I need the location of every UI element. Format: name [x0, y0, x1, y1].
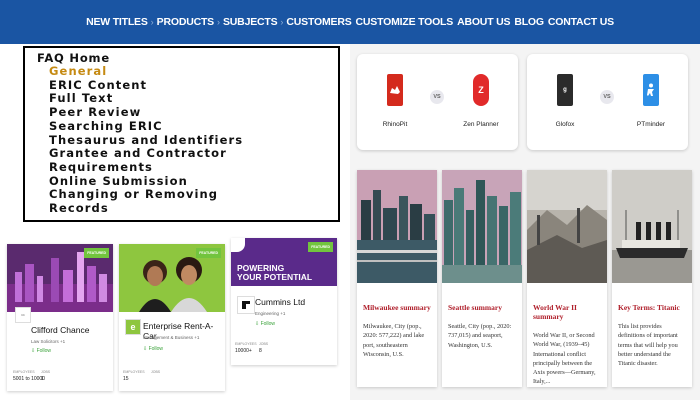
- nav-separator-chevron-icon: ›: [150, 17, 154, 27]
- faq-item-grantee[interactable]: Grantee and Contractor: [37, 147, 338, 161]
- summary-description: World War II, or Second World War, (1939…: [533, 332, 596, 386]
- milwaukee-photo: [357, 170, 437, 283]
- follow-button[interactable]: ⇩ Follow: [255, 321, 275, 327]
- summary-description: This list provides definitions of import…: [618, 323, 678, 368]
- tool-name: Glofox: [555, 121, 575, 128]
- company-card-clifford-chance[interactable]: FEATURED CC Clifford Chance Law Solicito…: [7, 244, 113, 391]
- stat-value: 10000+: [235, 348, 252, 354]
- tool-name: RhinoPit: [382, 121, 408, 128]
- stat-label: EMPLOYEES: [13, 370, 35, 374]
- ww2-photo: [527, 170, 607, 283]
- vs-badge: VS: [430, 90, 444, 104]
- nav-separator-chevron-icon: ›: [280, 17, 284, 27]
- nav-separator-chevron-icon: ›: [217, 17, 220, 27]
- seattle-photo: [442, 170, 522, 283]
- faq-item-peer-review[interactable]: Peer Review: [37, 105, 338, 120]
- faq-item-online-submission[interactable]: Online Submission: [37, 174, 338, 189]
- faq-item-thesaurus[interactable]: Thesaurus and Identifiers: [37, 133, 338, 148]
- nav-item-customize-tools[interactable]: CUSTOMIZE TOOLS: [356, 16, 454, 28]
- nav-item-customers[interactable]: CUSTOMERS: [286, 16, 351, 28]
- summary-title[interactable]: Key Terms: Titanic: [612, 283, 692, 312]
- faq-item-eric-content[interactable]: ERIC Content: [37, 78, 338, 93]
- nav-item-blog[interactable]: BLOG: [514, 16, 544, 28]
- titanic-photo: [612, 170, 692, 283]
- featured-badge: FEATURED: [308, 242, 333, 252]
- faq-item-searching-eric[interactable]: Searching ERIC: [37, 119, 338, 134]
- zenplanner-logo-icon: Z: [473, 74, 489, 106]
- nav-item-contact-us[interactable]: CONTACT US: [548, 16, 614, 28]
- stat-label: JOBS: [151, 370, 161, 374]
- comparison-tool-left[interactable]: RhinoPit: [365, 74, 425, 128]
- faq-item-records[interactable]: Records: [37, 201, 338, 216]
- top-nav-bar: NEW TITLES › PRODUCTS › SUBJECTS › CUSTOMERS CU…: [0, 0, 700, 44]
- company-name[interactable]: Clifford Chance: [31, 325, 89, 335]
- ptminder-logo-icon: [643, 74, 659, 106]
- stat-label: JOBS: [41, 370, 51, 374]
- nav-item-new-titles[interactable]: NEW TITLES: [86, 16, 148, 28]
- summary-card-milwaukee[interactable]: Milwaukee summary Milwaukee, City (pop.,…: [357, 170, 437, 387]
- follow-button[interactable]: ⇩ Follow: [31, 348, 51, 354]
- comparison-tool-right[interactable]: PTminder: [621, 74, 681, 128]
- clifford-chance-logo-icon: CC: [15, 307, 31, 323]
- stat-label: EMPLOYEES: [123, 370, 145, 374]
- stat-label: EMPLOYEES: [235, 342, 257, 346]
- comparison-card[interactable]: g Glofox VS PTminder: [527, 54, 688, 150]
- rhino-icon: [390, 86, 400, 94]
- comparison-card[interactable]: RhinoPit VS Z Zen Planner: [357, 54, 518, 150]
- summary-description: Milwaukee, City (pop., 2020: 577,222) an…: [363, 323, 425, 358]
- enterprise-logo-icon: e: [125, 319, 141, 335]
- cummins-logo-icon: [237, 296, 255, 314]
- stat-value: 8: [259, 348, 262, 354]
- summary-card-ww2[interactable]: World War II summary World War II, or Se…: [527, 170, 607, 387]
- stat-value: 15: [123, 376, 129, 382]
- company-name[interactable]: Cummins Ltd: [255, 297, 305, 307]
- banner-line-2: YOUR POTENTIAL: [237, 272, 313, 282]
- nav-item-about-us[interactable]: ABOUT US: [457, 16, 510, 28]
- summary-title[interactable]: World War II summary: [527, 283, 607, 321]
- comparison-tool-right[interactable]: Z Zen Planner: [451, 74, 511, 128]
- glofox-logo-icon: g: [557, 74, 573, 106]
- faq-item-general[interactable]: General: [37, 64, 338, 79]
- tool-name: PTminder: [636, 121, 666, 128]
- nav-item-products[interactable]: PRODUCTS: [157, 16, 215, 28]
- faq-menu: FAQ Home General ERIC Content Full Text …: [23, 46, 340, 222]
- featured-badge: FEATURED: [196, 248, 221, 258]
- comparison-tool-left[interactable]: g Glofox: [535, 74, 595, 128]
- stat-label: JOBS: [259, 342, 269, 346]
- company-card-cummins[interactable]: POWERING YOUR POTENTIAL FEATURED Cummins…: [231, 238, 337, 365]
- enterprise-banner: FEATURED: [119, 244, 225, 312]
- featured-badge: FEATURED: [84, 248, 109, 258]
- clifford-chance-banner: FEATURED: [7, 244, 113, 312]
- summary-title[interactable]: Seattle summary: [442, 283, 522, 312]
- faq-item-full-text[interactable]: Full Text: [37, 92, 338, 106]
- tool-name: Zen Planner: [463, 121, 499, 128]
- company-industry: Management & Business +1: [143, 335, 200, 340]
- summary-card-titanic[interactable]: Key Terms: Titanic This list provides de…: [612, 170, 692, 387]
- company-industry: Engineering +1: [255, 311, 286, 316]
- summary-description: Seattle, City (pop., 2020: 737,015) and …: [448, 323, 512, 349]
- nav-item-subjects[interactable]: SUBJECTS: [223, 16, 278, 28]
- rhinopit-logo-icon: [387, 74, 403, 106]
- company-card-enterprise[interactable]: FEATURED e Enterprise Rent-A-Car Managem…: [119, 244, 225, 391]
- stat-value: 1: [41, 376, 44, 382]
- vs-badge: VS: [600, 90, 614, 104]
- cummins-banner: POWERING YOUR POTENTIAL FEATURED: [231, 238, 337, 286]
- company-industry: Law Solicitors +1: [31, 339, 66, 344]
- summary-card-seattle[interactable]: Seattle summary Seattle, City (pop., 202…: [442, 170, 522, 387]
- follow-button[interactable]: ⇩ Follow: [143, 346, 163, 352]
- faq-item-requirements[interactable]: Requirements: [37, 160, 338, 175]
- person-icon: [647, 83, 654, 96]
- faq-item-changing-removing[interactable]: Changing or Removing: [37, 188, 338, 202]
- summary-title[interactable]: Milwaukee summary: [357, 283, 437, 312]
